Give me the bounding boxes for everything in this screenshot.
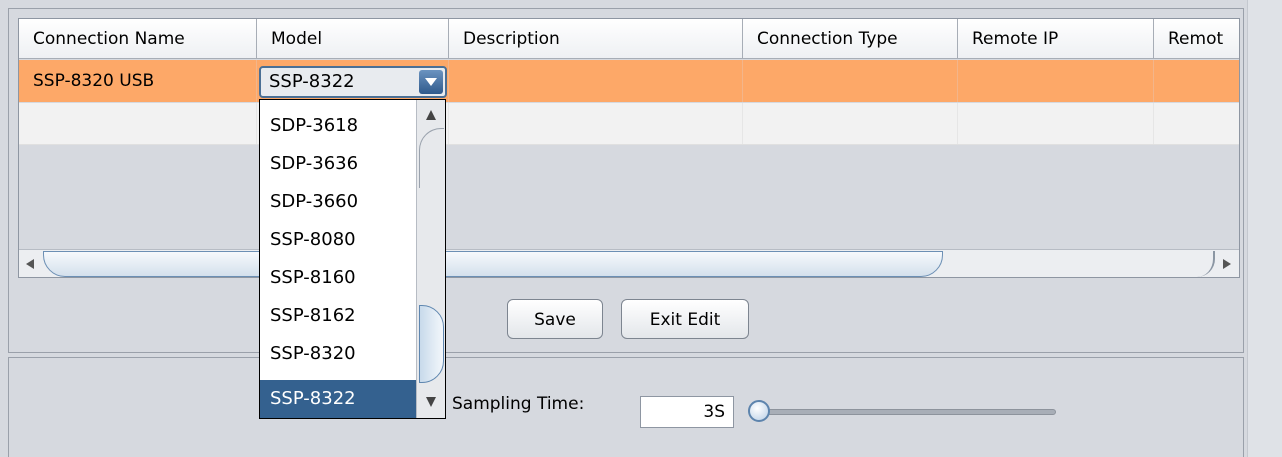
vertical-scroll-thumb[interactable] — [419, 305, 444, 383]
model-option[interactable]: SSP-8080 — [260, 221, 416, 259]
sampling-time-slider-knob[interactable] — [748, 400, 770, 422]
table-header: Connection Name Model Description Connec… — [19, 19, 1239, 59]
horizontal-scrollbar[interactable] — [19, 249, 1239, 277]
model-option[interactable]: SSP-8160 — [260, 259, 416, 297]
cell-description[interactable] — [449, 60, 743, 102]
model-option[interactable]: SSP-8320 — [260, 335, 416, 373]
sampling-time-field[interactable]: 3S — [640, 396, 734, 428]
vertical-scrollbar[interactable] — [416, 100, 445, 418]
scroll-right-arrow-icon[interactable] — [1215, 253, 1237, 275]
sampling-time-slider-track[interactable] — [758, 409, 1056, 415]
model-options-list: SDP-3618 SDP-3636 SDP-3660 SSP-8080 SSP-… — [260, 100, 416, 418]
cell-connection-name[interactable] — [19, 103, 257, 144]
cell-remote-port[interactable] — [1154, 60, 1239, 102]
cell-remote-port[interactable] — [1154, 103, 1239, 144]
model-option[interactable]: SSP-8162 — [260, 297, 416, 335]
column-header-connection-name[interactable]: Connection Name — [19, 19, 257, 59]
cell-remote-ip[interactable] — [958, 60, 1154, 102]
model-combo-box[interactable]: SSP-8322 — [259, 66, 447, 98]
save-button[interactable]: Save — [507, 299, 603, 339]
horizontal-scroll-track-end — [1159, 251, 1215, 277]
model-option[interactable]: SDP-3618 — [260, 107, 416, 145]
connections-table: Connection Name Model Description Connec… — [18, 18, 1240, 278]
cell-connection-type[interactable] — [743, 103, 958, 144]
scroll-up-arrow-icon[interactable] — [421, 106, 441, 126]
horizontal-scroll-thumb[interactable] — [43, 251, 943, 277]
right-panel-strip — [1247, 0, 1282, 457]
exit-edit-button[interactable]: Exit Edit — [621, 299, 749, 339]
model-option[interactable]: SDP-3636 — [260, 145, 416, 183]
vertical-scroll-track — [419, 128, 444, 188]
scroll-left-arrow-icon[interactable] — [21, 253, 43, 275]
model-option[interactable]: SDP-3660 — [260, 183, 416, 221]
sampling-time-label: Sampling Time: — [452, 394, 585, 414]
cell-description[interactable] — [449, 103, 743, 144]
model-combo-value: SSP-8322 — [269, 71, 355, 92]
settings-panel — [8, 357, 1244, 457]
column-header-remote-ip[interactable]: Remote IP — [958, 19, 1154, 59]
table-row[interactable] — [19, 103, 1239, 145]
column-header-connection-type[interactable]: Connection Type — [743, 19, 958, 59]
column-header-description[interactable]: Description — [449, 19, 743, 59]
cell-connection-type[interactable] — [743, 60, 958, 102]
model-option-selected[interactable]: SSP-8322 — [260, 380, 416, 418]
column-header-remote-port[interactable]: Remot — [1154, 19, 1239, 59]
column-header-model[interactable]: Model — [257, 19, 449, 59]
chevron-down-icon[interactable] — [419, 70, 443, 94]
cell-remote-ip[interactable] — [958, 103, 1154, 144]
cell-connection-name[interactable]: SSP-8320 USB — [19, 60, 257, 102]
model-dropdown-list: SDP-3618 SDP-3636 SDP-3660 SSP-8080 SSP-… — [259, 99, 446, 419]
table-row[interactable]: SSP-8320 USB — [19, 60, 1239, 102]
scroll-down-arrow-icon[interactable] — [421, 392, 441, 412]
